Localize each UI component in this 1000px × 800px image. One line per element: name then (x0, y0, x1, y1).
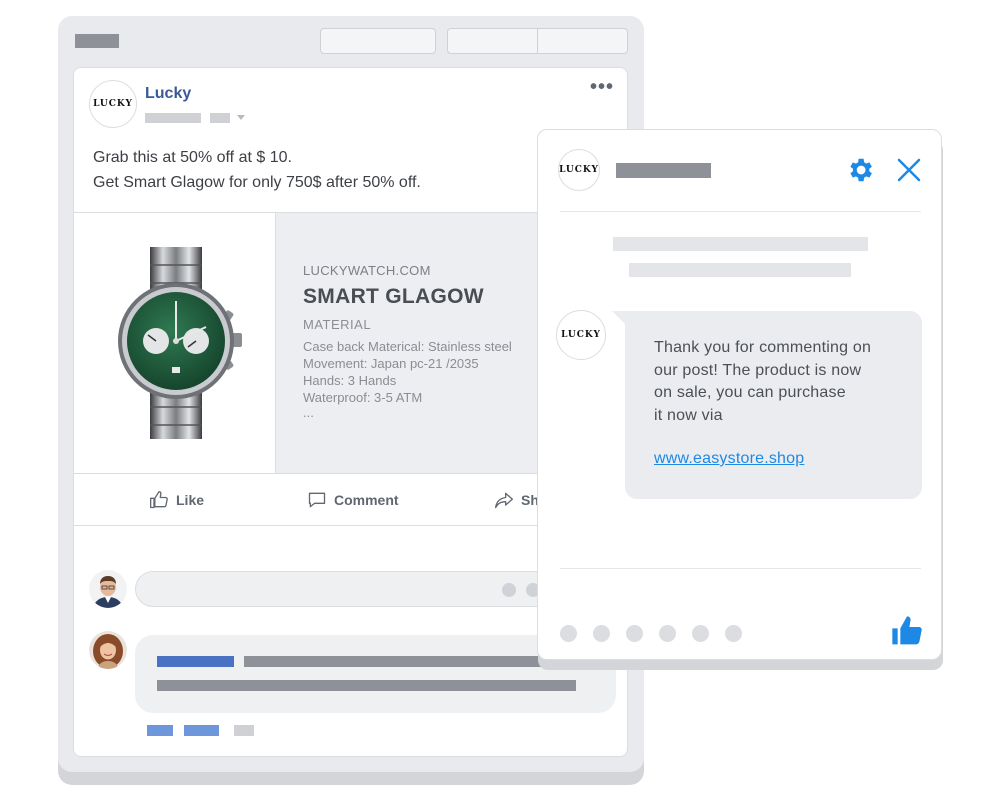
post-time-placeholder (145, 113, 201, 123)
viewer-avatar-image (89, 570, 127, 608)
chat-info-placeholder-2 (629, 263, 851, 277)
chat-title-placeholder (616, 163, 711, 178)
comment-text-placeholder-2 (157, 680, 576, 691)
post-message: Grab this at 50% off at $ 10. Get Smart … (93, 145, 421, 195)
page-avatar[interactable]: LUCKY (89, 80, 137, 128)
viewer-avatar[interactable] (89, 570, 127, 608)
post-privacy-placeholder (210, 113, 230, 123)
comment-button[interactable]: Comment (307, 490, 399, 510)
product-spec-waterproof: Waterproof: 3-5 ATM (303, 390, 423, 405)
commenter-avatar[interactable] (89, 631, 127, 669)
product-title: SMART GLAGOW (303, 285, 484, 308)
composer-action-3[interactable] (626, 625, 643, 642)
composer-action-1[interactable] (560, 625, 577, 642)
gear-icon[interactable] (845, 155, 875, 185)
chat-sender-logo-text: LUCKY (561, 330, 601, 340)
product-spec-hands: Hands: 3 Hands (303, 373, 397, 388)
commenter-avatar-image (89, 631, 127, 669)
product-spec-more: ... (303, 405, 314, 420)
comment-icon (308, 492, 326, 508)
comment-reply-link[interactable] (184, 725, 219, 736)
chat-page-avatar[interactable]: LUCKY (558, 149, 600, 191)
page-name[interactable]: Lucky (145, 85, 191, 103)
comment-like-link[interactable] (147, 725, 173, 736)
product-image[interactable] (74, 213, 276, 473)
product-domain: LUCKYWATCH.COM (303, 263, 431, 278)
chat-logo-text: LUCKY (559, 165, 599, 175)
logo-text: LUCKY (93, 99, 133, 109)
emoji-dot-1[interactable] (502, 583, 516, 597)
browser-tab-placeholder (75, 34, 119, 48)
chat-info-placeholder-1 (613, 237, 868, 251)
post-message-line-2: Get Smart Glagow for only 750$ after 50%… (93, 174, 421, 191)
browser-field-separator (537, 28, 538, 54)
post-message-line-1: Grab this at 50% off at $ 10. (93, 149, 292, 166)
message-bubble: Thank you for commenting on our post! Th… (625, 311, 922, 499)
comment-label: Comment (334, 492, 399, 508)
composer-action-6[interactable] (725, 625, 742, 642)
thumbs-up-icon[interactable] (890, 615, 924, 647)
more-horizontal-icon[interactable]: ••• (590, 77, 614, 97)
commenter-name-placeholder[interactable] (157, 656, 234, 667)
like-button[interactable]: Like (149, 490, 204, 510)
comment-time-placeholder (234, 725, 254, 736)
composer-action-4[interactable] (659, 625, 676, 642)
composer-action-2[interactable] (593, 625, 610, 642)
product-spec-case: Case back Materical: Stainless steel (303, 339, 512, 354)
message-text: Thank you for commenting on our post! Th… (654, 339, 872, 424)
messenger-popup: LUCKY LUCKY Thank you for commenting on … (537, 129, 942, 660)
message-link[interactable]: www.easystore.shop (654, 450, 804, 468)
privacy-caret-icon[interactable] (237, 115, 245, 120)
comment-text-placeholder-1 (244, 656, 544, 667)
like-label: Like (176, 492, 205, 508)
product-spec-movement: Movement: Japan pc-21 /2035 (303, 356, 479, 371)
thumbs-up-icon (150, 491, 168, 509)
product-subtitle: MATERIAL (303, 317, 372, 332)
watch-image (118, 247, 242, 439)
close-icon[interactable] (894, 155, 924, 185)
share-icon (495, 492, 513, 509)
chat-sender-avatar[interactable]: LUCKY (556, 310, 606, 360)
composer-action-5[interactable] (692, 625, 709, 642)
browser-field-1[interactable] (320, 28, 436, 54)
chat-header-divider (560, 211, 921, 212)
chat-footer-divider (560, 568, 921, 569)
